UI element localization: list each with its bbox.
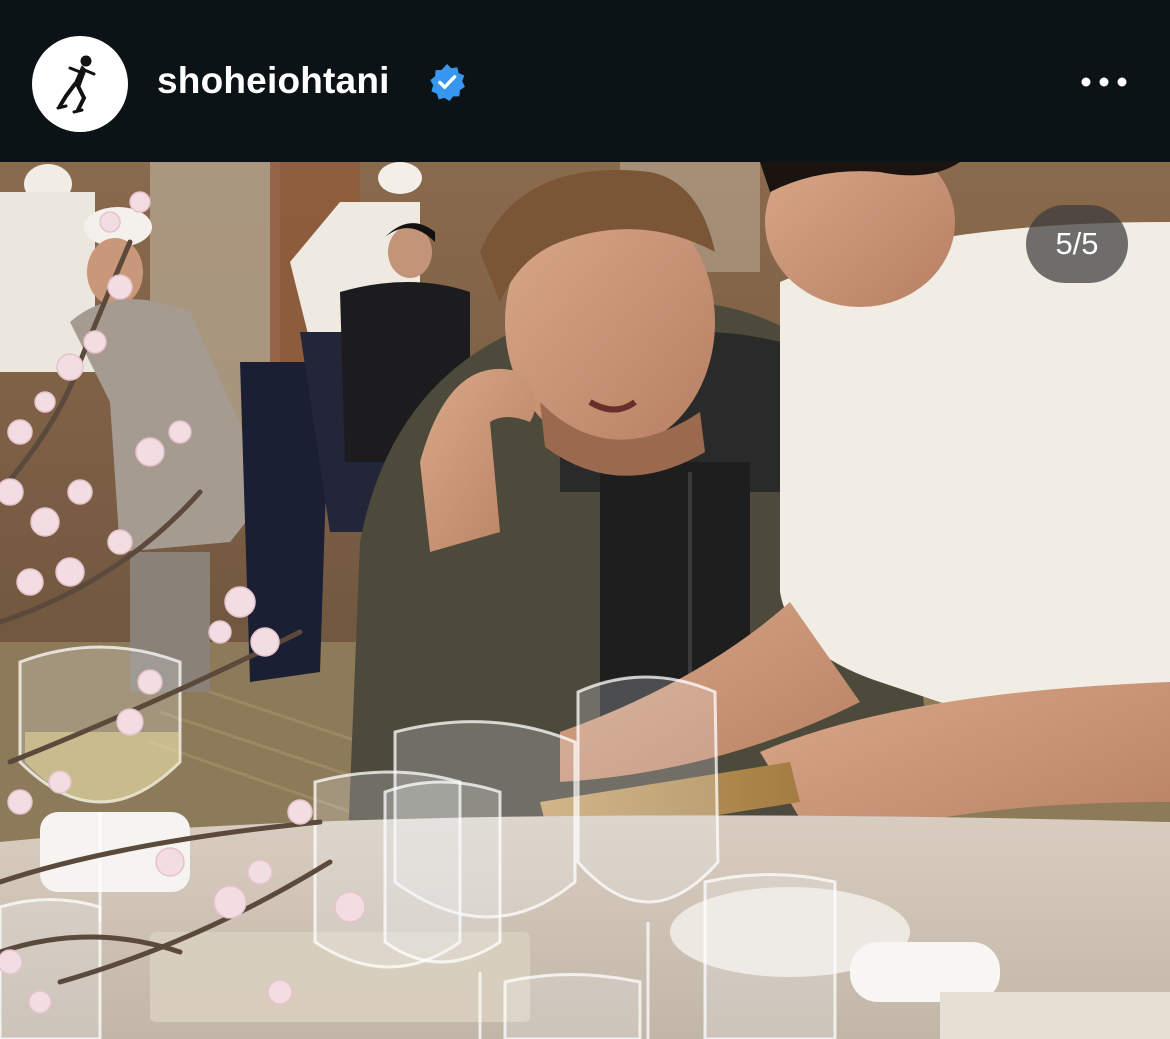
dinner-scene-illustration — [0, 162, 1170, 1039]
more-options-icon[interactable] — [1076, 62, 1136, 102]
verified-badge-icon — [430, 63, 465, 101]
carousel-counter: 5/5 — [1026, 205, 1128, 283]
profile-avatar[interactable] — [32, 36, 128, 132]
post-photo[interactable]: 5/5 — [0, 162, 1170, 1039]
username[interactable]: shoheiohtani — [157, 60, 390, 102]
post-header: shoheiohtani — [0, 0, 1170, 162]
running-player-silhouette-icon — [56, 55, 96, 114]
